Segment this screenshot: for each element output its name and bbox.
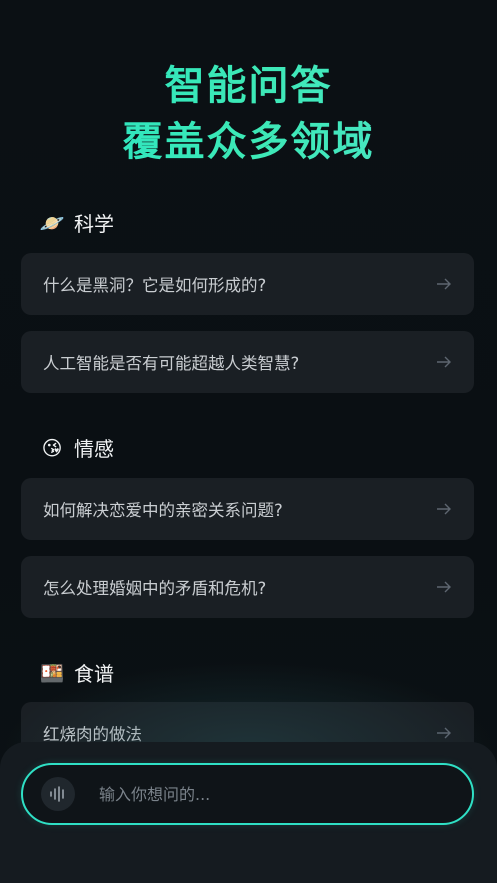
arrow-right-icon — [437, 581, 451, 593]
hero-title-line-1: 智能问答 — [0, 58, 497, 114]
kiss-face-icon: 😘 — [41, 435, 63, 460]
arrow-right-icon — [437, 356, 451, 368]
hero-title-line-2: 覆盖众多领域 — [0, 114, 497, 170]
section-title: 情感 — [74, 437, 114, 461]
question-text: 人工智能是否有可能超越人类智慧? — [43, 354, 300, 373]
question-text: 怎么处理婚姻中的矛盾和危机? — [43, 579, 267, 598]
voice-input-button[interactable] — [41, 777, 75, 811]
question-card[interactable]: 怎么处理婚姻中的矛盾和危机? — [21, 556, 474, 618]
arrow-right-icon — [437, 503, 451, 515]
arrow-right-icon — [437, 278, 451, 290]
section-header-recipes: 🍱 食谱 — [40, 658, 114, 687]
section-header-emotion: 😘 情感 — [40, 433, 114, 462]
bento-box-icon: 🍱 — [39, 660, 65, 685]
chat-input[interactable] — [97, 783, 472, 805]
sound-wave-icon — [50, 786, 64, 802]
question-text: 如何解决恋爱中的亲密关系问题? — [43, 501, 283, 520]
question-card[interactable]: 什么是黑洞？它是如何形成的? — [21, 253, 474, 315]
section-title: 科学 — [74, 212, 114, 236]
chat-input-bar[interactable] — [21, 763, 474, 825]
question-card[interactable]: 如何解决恋爱中的亲密关系问题? — [21, 478, 474, 540]
question-text: 什么是黑洞？它是如何形成的? — [43, 276, 267, 295]
saturn-icon: 🪐 — [39, 210, 65, 235]
section-header-science: 🪐 科学 — [40, 208, 114, 237]
question-card[interactable]: 人工智能是否有可能超越人类智慧? — [21, 331, 474, 393]
section-title: 食谱 — [74, 662, 114, 686]
hero-title: 智能问答 覆盖众多领域 — [0, 58, 497, 170]
arrow-right-icon — [437, 727, 451, 739]
